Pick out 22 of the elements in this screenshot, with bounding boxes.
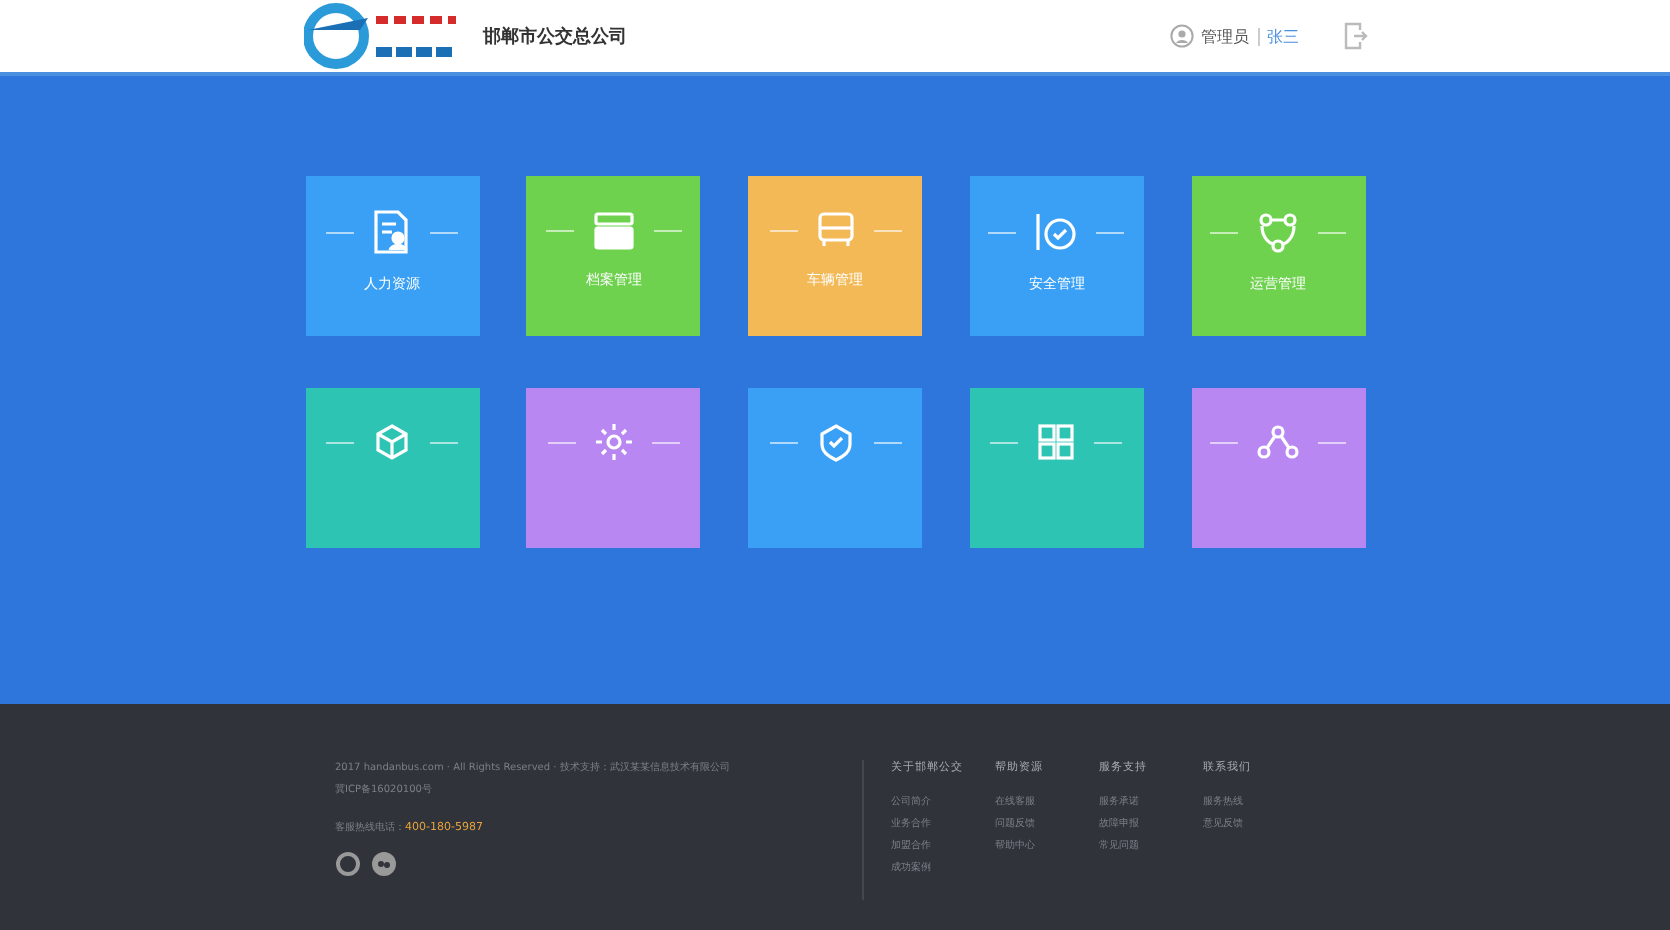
grid-icon [1036, 422, 1077, 462]
nodes-icon [1256, 422, 1300, 462]
check-circle-icon [1034, 210, 1079, 254]
circle-icon[interactable] [335, 852, 359, 876]
logout-icon[interactable] [1343, 22, 1367, 50]
user-name-link[interactable]: 张三 [1267, 25, 1299, 47]
module-tile[interactable] [969, 388, 1144, 548]
shield-check-icon [815, 422, 855, 462]
chat-icon[interactable] [371, 852, 395, 876]
gear-icon [593, 422, 634, 462]
user-icon [1169, 24, 1193, 48]
module-tile[interactable] [526, 388, 701, 548]
module-tile[interactable] [1191, 388, 1365, 548]
cabinet-icon [591, 210, 636, 250]
bus-icon [815, 210, 855, 250]
user-role: 管理员 [1201, 25, 1249, 47]
network-icon [1256, 210, 1300, 254]
module-tile[interactable] [305, 388, 479, 548]
module-tile[interactable] [748, 388, 922, 548]
cube-icon [372, 422, 412, 462]
company-name: 邯郸市公交总公司 [483, 24, 627, 49]
document-person-icon [372, 210, 412, 254]
